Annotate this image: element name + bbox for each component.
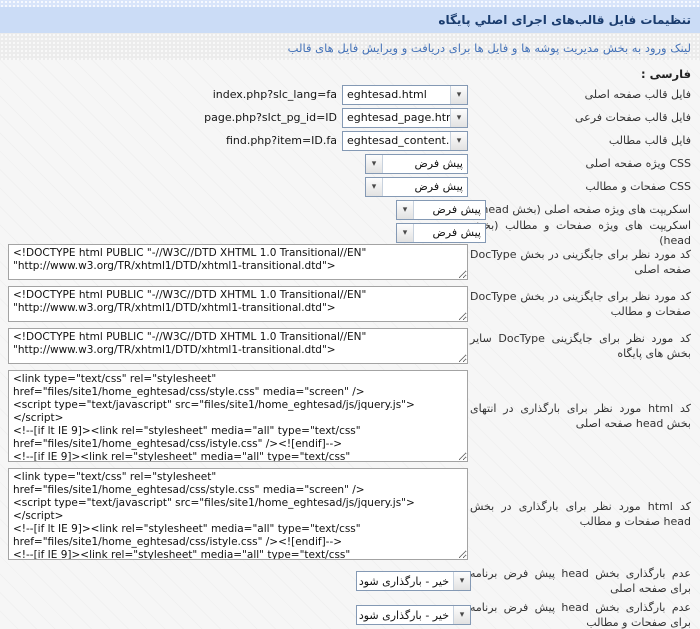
row-scripts-pages: اسکریپت های ویژه صفحات و مطالب (بخش head… [0,221,700,244]
main-head-scripts-select[interactable]: پیش فرض ▾ [396,200,486,220]
row-doctype-pages: کد مورد نظر برای جایگزینی در بخش DocType… [0,286,700,322]
row-headcode-main: کد html مورد نظر برای بارگذاری در انتهای… [0,370,700,462]
subpage-template-select[interactable]: eghtesad_page.html ▾ [342,108,468,128]
field-label: کد مورد نظر برای جایگزینی در بخش DocType… [468,289,700,319]
field-label: فایل قالب صفحات فرعی [468,110,700,125]
field-label: کد html مورد نظر برای بارگذاری در انتهای… [468,401,700,431]
url-hint: page.php?slct_pg_id=ID [204,111,337,124]
row-doctype-other: کد مورد نظر برای جایگزینی DocType سایر ب… [0,328,700,364]
chevron-down-icon: ▾ [450,109,467,127]
chevron-down-icon: ▾ [453,606,470,624]
row-css-main: CSS ویژه صفحه اصلی پیش فرض ▾ [0,152,700,175]
main-template-select[interactable]: eghtesad.html ▾ [342,85,468,105]
chevron-down-icon: ▾ [397,201,414,219]
row-template-pages: فایل قالب صفحات فرعی eghtesad_page.html … [0,106,700,129]
headcode-main-textarea[interactable]: <link type="text/css" rel="stylesheet" h… [8,370,468,462]
row-css-pages: CSS صفحات و مطالب پیش فرض ▾ [0,175,700,198]
url-hint: find.php?item=ID.fa [226,134,337,147]
skip-head-pages-select[interactable]: خیر - بارگذاری شود ▾ [356,605,471,625]
headcode-pages-textarea[interactable]: <link type="text/css" rel="stylesheet" h… [8,468,468,560]
field-label: عدم بارگذاری بخش head پیش فرض برنامه برا… [468,600,700,629]
language-section-label: فارسی : [0,65,700,83]
field-label: CSS صفحات و مطالب [468,179,700,194]
page-title: تنظیمات فایل قالب‌های اجرای اصلي پایگاه [0,7,700,33]
doctype-other-textarea[interactable]: <!DOCTYPE html PUBLIC "-//W3C//DTD XHTML… [8,328,468,364]
file-manager-link[interactable]: لینک ورود به بخش مدیریت پوشه ها و فایل ه… [288,41,691,55]
selected-value: eghtesad.html [343,86,450,104]
chevron-down-icon: ▾ [450,132,467,150]
doctype-main-textarea[interactable]: <!DOCTYPE html PUBLIC "-//W3C//DTD XHTML… [8,244,468,280]
doctype-pages-textarea[interactable]: <!DOCTYPE html PUBLIC "-//W3C//DTD XHTML… [8,286,468,322]
skip-head-main-select[interactable]: خیر - بارگذاری شود ▾ [356,571,471,591]
row-template-content: فایل قالب مطالب eghtesad_content.html ▾ … [0,129,700,152]
selected-value: پیش فرض [414,201,485,219]
selected-value: خیر - بارگذاری شود [357,572,453,590]
field-label: فایل قالب صفحه اصلی [468,87,700,102]
chevron-down-icon: ▾ [397,224,414,242]
selected-value: eghtesad_content.html [343,132,450,150]
row-headcode-pages: کد html مورد نظر برای بارگذاری در بخش he… [0,468,700,560]
row-doctype-main: کد مورد نظر برای جایگزینی در بخش DocType… [0,244,700,280]
pages-head-scripts-select[interactable]: پیش فرض ▾ [396,223,486,243]
chevron-down-icon: ▾ [366,155,383,173]
selected-value: eghtesad_page.html [343,109,450,127]
url-hint: index.php?slc_lang=fa [213,88,337,101]
field-label: فایل قالب مطالب [468,133,700,148]
field-label: عدم بارگذاری بخش head پیش فرض برنامه برا… [468,566,700,596]
row-skip-head-pages: عدم بارگذاری بخش head پیش فرض برنامه برا… [0,600,700,629]
selected-value: خیر - بارگذاری شود [357,606,453,624]
field-label: کد html مورد نظر برای بارگذاری در بخش he… [468,499,700,529]
selected-value: پیش فرض [383,178,467,196]
selected-value: پیش فرض [383,155,467,173]
field-label: کد مورد نظر برای جایگزینی DocType سایر ب… [468,331,700,361]
settings-form: فارسی : فایل قالب صفحه اصلی eghtesad.htm… [0,60,700,629]
chevron-down-icon: ▾ [366,178,383,196]
field-label: اسکریپت های ویژه صفحات و مطالب (بخش head… [468,218,700,248]
field-label: کد مورد نظر برای جایگزینی در بخش DocType… [468,247,700,277]
chevron-down-icon: ▾ [453,572,470,590]
top-decor-strip [0,0,700,7]
row-skip-head-main: عدم بارگذاری بخش head پیش فرض برنامه برا… [0,566,700,596]
chevron-down-icon: ▾ [450,86,467,104]
content-template-select[interactable]: eghtesad_content.html ▾ [342,131,468,151]
field-label: CSS ویژه صفحه اصلی [468,156,700,171]
selected-value: پیش فرض [414,224,485,242]
pages-css-select[interactable]: پیش فرض ▾ [365,177,468,197]
field-label: اسکریپت های ویژه صفحه اصلی (بخش head) [468,202,700,217]
main-css-select[interactable]: پیش فرض ▾ [365,154,468,174]
row-template-main: فایل قالب صفحه اصلی eghtesad.html ▾ inde… [0,83,700,106]
subheader-bar: لینک ورود به بخش مدیریت پوشه ها و فایل ه… [0,33,700,60]
